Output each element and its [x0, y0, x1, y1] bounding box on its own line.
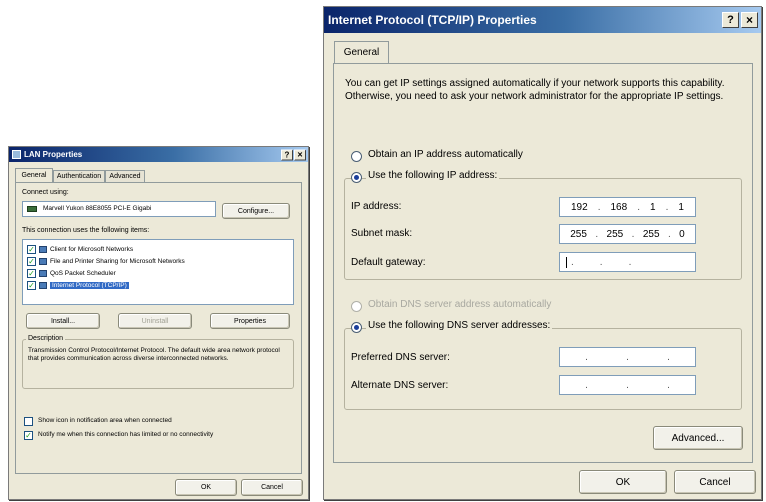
notify-label: Notify me when this connection has limit… — [38, 431, 214, 438]
lan-tab-general[interactable]: General — [15, 168, 53, 182]
item-label: QoS Packet Scheduler — [50, 270, 116, 277]
default-gateway-label: Default gateway: — [351, 257, 426, 268]
mask-octet: 0 — [679, 228, 685, 240]
lan-title-bar[interactable]: LAN Properties ? × — [9, 147, 308, 162]
lan-close-button[interactable]: × — [294, 149, 306, 160]
notify-checkbox[interactable]: ✓ — [24, 431, 33, 440]
show-icon-checkbox[interactable] — [24, 417, 33, 426]
advanced-button[interactable]: Advanced... — [653, 426, 743, 450]
ip-octet: 192 — [571, 201, 588, 213]
tcpip-general-panel: You can get IP settings assigned automat… — [333, 63, 753, 463]
adapter-name: Marvell Yukon 88E8055 PCI-E Gigabi — [43, 205, 152, 212]
use-ip-label: Use the following IP address: — [366, 170, 500, 181]
ip-address-label: IP address: — [351, 201, 402, 212]
mask-octet: 255 — [606, 228, 624, 240]
lan-tab-advanced[interactable]: Advanced — [105, 170, 145, 182]
tcpip-window-title: Internet Protocol (TCP/IP) Properties — [328, 13, 537, 27]
ip-octet: 1 — [678, 201, 684, 213]
mask-octet: 255 — [642, 228, 660, 240]
list-item[interactable]: ✓ QoS Packet Scheduler — [27, 268, 116, 279]
network-adapter-icon — [27, 206, 37, 212]
use-ip-radio[interactable] — [351, 172, 362, 183]
dns-group — [344, 328, 742, 410]
use-dns-radio[interactable] — [351, 322, 362, 333]
adapter-field: Marvell Yukon 88E8055 PCI-E Gigabi — [22, 201, 216, 217]
text-cursor — [566, 256, 567, 268]
tcpip-cancel-button[interactable]: Cancel — [674, 470, 756, 494]
item-label: Client for Microsoft Networks — [50, 246, 134, 253]
protocol-icon — [39, 282, 47, 289]
mask-octet: 255 — [570, 228, 587, 240]
lan-tab-authentication[interactable]: Authentication — [53, 170, 105, 182]
ip-octet: 1 — [650, 201, 656, 213]
subnet-mask-label: Subnet mask: — [351, 228, 413, 239]
description-label: Description — [26, 335, 66, 342]
use-dns-label: Use the following DNS server addresses: — [366, 320, 553, 331]
preferred-dns-label: Preferred DNS server: — [351, 352, 450, 363]
network-icon — [12, 150, 21, 159]
item-label: Internet Protocol (TCP/IP) — [50, 282, 129, 289]
tcpip-properties-window: Internet Protocol (TCP/IP) Properties ? … — [323, 6, 762, 500]
alternate-dns-input[interactable]: ... — [559, 375, 696, 395]
preferred-dns-input[interactable]: ... — [559, 347, 696, 367]
list-item[interactable]: ✓ File and Printer Sharing for Microsoft… — [27, 256, 185, 267]
item-checkbox[interactable]: ✓ — [27, 245, 36, 254]
items-label: This connection uses the following items… — [22, 227, 150, 234]
properties-button[interactable]: Properties — [210, 313, 290, 329]
configure-button[interactable]: Configure... — [222, 203, 290, 219]
connect-using-label: Connect using: — [22, 189, 69, 196]
list-item[interactable]: ✓ Internet Protocol (TCP/IP) — [27, 280, 129, 291]
alternate-dns-label: Alternate DNS server: — [351, 380, 449, 391]
obtain-ip-label: Obtain an IP address automatically — [368, 149, 523, 160]
lan-properties-window: LAN Properties ? × General Authenticatio… — [8, 146, 309, 500]
printer-sharing-icon — [39, 258, 47, 265]
qos-icon — [39, 270, 47, 277]
subnet-mask-input[interactable]: 255. 255. 255. 0 — [559, 224, 696, 244]
install-button[interactable]: Install... — [26, 313, 100, 329]
tcpip-close-button[interactable]: × — [741, 12, 758, 28]
intro-text: You can get IP settings assigned automat… — [345, 78, 725, 102]
lan-help-button[interactable]: ? — [281, 149, 293, 160]
client-icon — [39, 246, 47, 253]
ip-address-input[interactable]: 192. 168. 1. 1 — [559, 197, 696, 217]
item-checkbox[interactable]: ✓ — [27, 257, 36, 266]
uninstall-button[interactable]: Uninstall — [118, 313, 192, 329]
show-icon-label: Show icon in notification area when conn… — [38, 417, 172, 424]
lan-general-panel: Connect using: Marvell Yukon 88E8055 PCI… — [15, 182, 302, 474]
description-text: Transmission Control Protocol/Internet P… — [28, 347, 280, 363]
obtain-dns-label: Obtain DNS server address automatically — [368, 299, 552, 310]
components-list: ✓ Client for Microsoft Networks ✓ File a… — [22, 239, 294, 305]
lan-cancel-button[interactable]: Cancel — [241, 479, 303, 496]
default-gateway-input[interactable]: ... — [559, 252, 696, 272]
list-item[interactable]: ✓ Client for Microsoft Networks — [27, 244, 133, 255]
lan-window-title: LAN Properties — [24, 150, 83, 159]
item-checkbox[interactable]: ✓ — [27, 269, 36, 278]
tcpip-ok-button[interactable]: OK — [579, 470, 667, 494]
lan-ok-button[interactable]: OK — [175, 479, 237, 496]
obtain-dns-radio[interactable] — [351, 301, 362, 312]
tcpip-tab-general[interactable]: General — [334, 41, 389, 63]
item-label: File and Printer Sharing for Microsoft N… — [50, 258, 185, 265]
tcpip-title-bar[interactable]: Internet Protocol (TCP/IP) Properties ? … — [324, 7, 761, 33]
tcpip-help-button[interactable]: ? — [722, 12, 739, 28]
ip-octet: 168 — [610, 201, 628, 213]
item-checkbox[interactable]: ✓ — [27, 281, 36, 290]
obtain-ip-radio[interactable] — [351, 151, 362, 162]
